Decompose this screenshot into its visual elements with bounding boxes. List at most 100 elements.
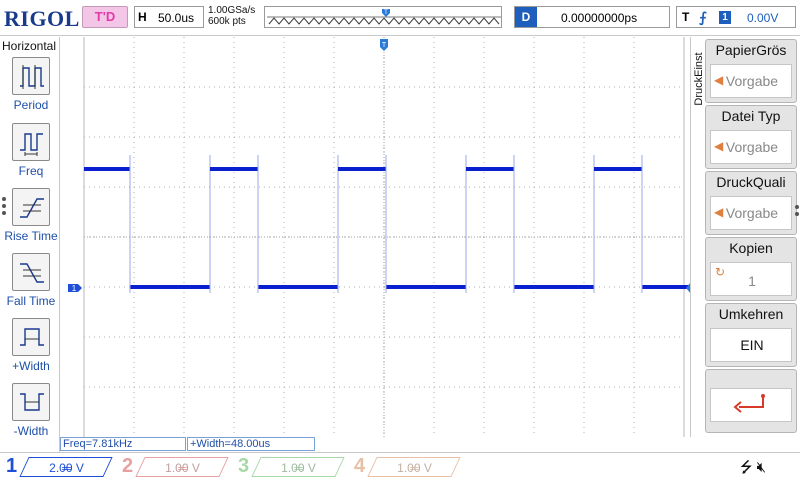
- return-arrow-icon: [733, 394, 765, 413]
- file-type-value-box: ◀ Vorgabe: [710, 130, 792, 164]
- trace-high-segment-2: [210, 167, 258, 171]
- measure-period[interactable]: Period: [0, 57, 60, 119]
- trigger-box[interactable]: T ⨍ 1 0.00V: [676, 6, 796, 28]
- invert-value: EIN: [740, 337, 764, 353]
- channel-4-scale-box: ═ 1.00 V: [367, 457, 461, 477]
- delay-value: 0.00000000ps: [561, 11, 638, 25]
- positive-width-icon[interactable]: [12, 318, 50, 356]
- horizontal-label: H: [138, 10, 147, 24]
- channel-2-scale-box: ═ 1.00 V: [135, 457, 229, 477]
- trigger-label: T: [682, 10, 690, 24]
- left-menu-title: Horizontal: [2, 39, 57, 53]
- measure-frequency[interactable]: Freq: [0, 123, 60, 185]
- right-menu-page-dots: [795, 205, 799, 219]
- copies-value-box: ↻ 1: [710, 262, 792, 296]
- invert-option[interactable]: Umkehren EIN: [705, 303, 797, 367]
- channel-1-number: 1: [6, 455, 18, 477]
- channel-1-scale-box: ═ 2.00 V: [19, 457, 113, 477]
- rise-time-icon[interactable]: [12, 188, 50, 226]
- svg-text:T: T: [382, 42, 387, 49]
- trigger-position-marker: T: [380, 39, 388, 51]
- channel-status-bar: 1 ═ 2.00 V 2 ═ 1.00 V 3 ═ 1.00 V 4 ═ 1.0…: [0, 452, 800, 480]
- channel-3-scale: 1.00 V: [281, 461, 316, 475]
- print-quality-value: Vorgabe: [725, 205, 779, 221]
- channel-1-trace: [84, 155, 692, 293]
- rise-time-label: Rise Time: [4, 229, 58, 243]
- measure-fall-time[interactable]: Fall Time: [0, 253, 60, 315]
- trace-low-segment-4: [514, 285, 594, 289]
- positive-width-label: +Width: [12, 359, 50, 373]
- print-quality-option[interactable]: DruckQuali ◀ Vorgabe: [705, 171, 797, 235]
- speaker-muted-icon[interactable]: 🔇︎: [757, 459, 766, 476]
- trace-low-segment-1: [130, 285, 210, 289]
- period-icon[interactable]: [12, 57, 50, 95]
- rigol-logo: RIGOL: [4, 6, 80, 31]
- trace-high-segment-1: [84, 167, 130, 171]
- file-type-title: Datei Typ: [721, 108, 781, 124]
- channel-3-scale-box: ═ 1.00 V: [251, 457, 345, 477]
- measure-negative-width[interactable]: -Width: [0, 383, 60, 445]
- status-icons: ⭍ 🔇︎: [740, 457, 766, 480]
- memory-depth: 600k pts: [208, 16, 246, 27]
- channel-4-setting[interactable]: 4 ═ 1.00 V: [348, 455, 461, 479]
- frequency-icon[interactable]: [12, 123, 50, 161]
- top-status-bar: RIGOL T'D H 50.0us 1.00GSa/s 600k pts T …: [0, 0, 800, 36]
- channel-2-number: 2: [122, 455, 134, 477]
- trigger-level: 0.00V: [747, 11, 779, 25]
- copies-option[interactable]: Kopien ↻ 1: [705, 237, 797, 301]
- negative-width-icon[interactable]: [12, 383, 50, 421]
- measure-positive-width[interactable]: +Width: [0, 318, 60, 380]
- invert-value-box: EIN: [710, 328, 792, 362]
- channel-2-scale: 1.00 V: [165, 461, 200, 475]
- channel-3-setting[interactable]: 3 ═ 1.00 V: [232, 455, 345, 479]
- trace-high-segment-3: [338, 167, 386, 171]
- svg-text:1: 1: [72, 284, 77, 293]
- sample-rate: 1.00GSa/s: [208, 5, 256, 16]
- trace-low-segment-5: [642, 285, 692, 289]
- usb-icon: ⭍: [740, 459, 753, 476]
- acquisition-info: 1.00GSa/s 600k pts: [208, 5, 255, 27]
- return-button[interactable]: [705, 369, 797, 433]
- return-value-box: [710, 388, 792, 422]
- channel-1-setting[interactable]: 1 ═ 2.00 V: [0, 455, 113, 479]
- trace-low-segment-2: [258, 285, 338, 289]
- trigger-status-badge[interactable]: T'D: [82, 6, 128, 28]
- channel-1-offset-marker: 1: [68, 284, 82, 293]
- waveform-display[interactable]: T 1: [60, 37, 694, 437]
- print-quality-title: DruckQuali: [716, 174, 786, 190]
- trace-high-segment-5: [594, 167, 642, 171]
- measurement-bar: Freq=7.81kHz +Width=48.00us: [60, 437, 692, 451]
- file-type-value: Vorgabe: [725, 139, 779, 155]
- paper-size-option[interactable]: PapierGrös ◀ Vorgabe: [705, 39, 797, 103]
- fall-time-icon[interactable]: [12, 253, 50, 291]
- delay-label: D: [515, 7, 537, 27]
- graticule: T 1: [68, 37, 694, 437]
- timebase-value: 50.0us: [158, 11, 195, 25]
- channel-2-setting[interactable]: 2 ═ 1.00 V: [116, 455, 229, 479]
- invert-title: Umkehren: [718, 306, 784, 322]
- paper-size-value: Vorgabe: [725, 73, 779, 89]
- paper-size-value-box: ◀ Vorgabe: [710, 64, 792, 98]
- measure-menu-left: Horizontal Period Freq Rise Time Fall Ti…: [0, 37, 60, 452]
- file-type-option[interactable]: Datei Typ ◀ Vorgabe: [705, 105, 797, 169]
- channel-1-scale: 2.00 V: [49, 461, 84, 475]
- fall-time-label: Fall Time: [6, 294, 56, 308]
- channel-4-scale: 1.00 V: [397, 461, 432, 475]
- delay-box[interactable]: D 0.00000000ps: [514, 6, 670, 28]
- horizontal-timebase-box[interactable]: H 50.0us: [134, 6, 204, 28]
- frequency-measurement[interactable]: Freq=7.81kHz: [60, 437, 186, 451]
- negative-width-label: -Width: [13, 424, 49, 438]
- trigger-source-badge: 1: [719, 11, 731, 24]
- print-settings-menu: DruckEinst PapierGrös ◀ Vorgabe Datei Ty…: [690, 37, 800, 437]
- copies-title: Kopien: [729, 240, 773, 256]
- measure-rise-time[interactable]: Rise Time: [0, 188, 60, 250]
- channel-3-number: 3: [238, 455, 250, 477]
- memory-position-bar[interactable]: T: [264, 6, 502, 28]
- positive-width-measurement[interactable]: +Width=48.00us: [187, 437, 315, 451]
- frequency-label: Freq: [18, 164, 44, 178]
- period-label: Period: [13, 98, 49, 112]
- oscilloscope-screen: RIGOL T'D H 50.0us 1.00GSa/s 600k pts T …: [0, 0, 800, 480]
- trace-low-segment-3: [386, 285, 466, 289]
- paper-size-title: PapierGrös: [715, 42, 787, 58]
- menu-side-title: DruckEinst: [693, 52, 705, 106]
